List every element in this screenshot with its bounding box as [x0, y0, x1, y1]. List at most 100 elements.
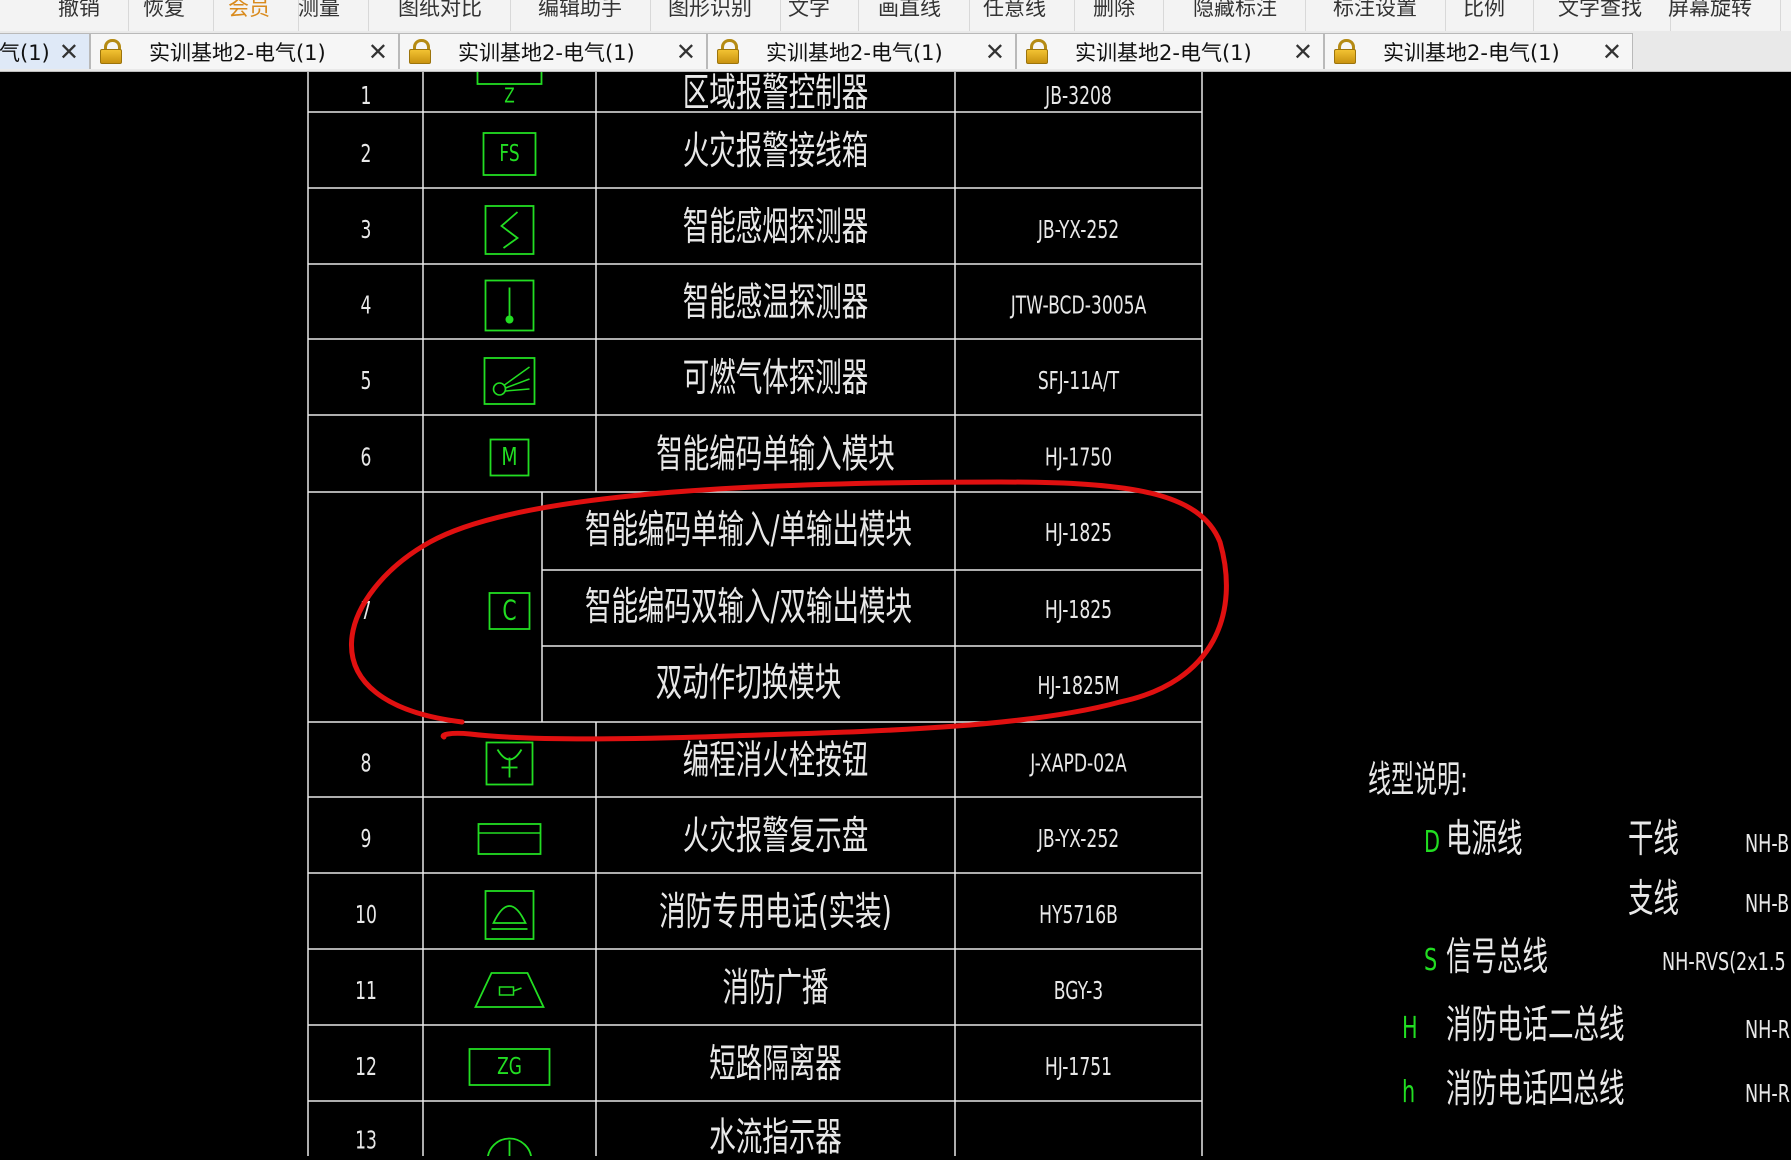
equipment-model: HJ-1825 [1045, 519, 1112, 548]
row-number: 3 [361, 216, 372, 245]
speaker-cone [498, 986, 515, 996]
toolbar-button-12[interactable]: 标注设置 [1305, 0, 1446, 31]
close-icon[interactable]: ✕ [676, 38, 696, 66]
equipment-model: JB-YX-252 [1036, 825, 1119, 854]
tab-label: 气(1) [0, 40, 50, 65]
heat-detector-bulb [505, 315, 514, 324]
gas-detector-ray [505, 378, 530, 389]
toolbar-button-7[interactable]: 文字 [760, 0, 859, 31]
row-number: 8 [361, 749, 372, 778]
equipment-model: JTW-BCD-3005A [1009, 291, 1146, 320]
equipment-model: HJ-1825M [1037, 672, 1119, 701]
legend-line-spec: NH-B [1745, 890, 1789, 919]
speaker-cone-line [513, 987, 522, 992]
row-number: 10 [355, 901, 377, 930]
gas-detector-icon [492, 382, 507, 396]
cad-drawing-canvas[interactable]: 1 Z 区域报警控制器 JB-3208 2 FS 火灾报警接线箱 3 智能感烟探测器 JB-YX-… [0, 51, 1791, 1160]
tab-label: 实训基地2-电气(1) [149, 40, 326, 65]
equipment-model: JB-3208 [1044, 82, 1112, 111]
equipment-model: HY5716B [1039, 901, 1118, 930]
lock-icon [1025, 38, 1049, 65]
close-icon[interactable]: ✕ [1293, 38, 1313, 66]
lock-icon [408, 38, 432, 65]
equipment-model: BGY-3 [1054, 977, 1103, 1006]
equipment-name: 智能编码双输入/双输出模块 [585, 584, 912, 630]
equipment-model: J-XAPD-02A [1029, 749, 1127, 778]
equipment-model: HJ-1825 [1045, 596, 1112, 625]
equipment-name: 火灾报警接线箱 [683, 128, 869, 174]
toolbar-button-9[interactable]: 任意线 [955, 0, 1075, 31]
legend-line-spec: NH-RVS(2x1.5 [1662, 948, 1786, 977]
row-number: 13 [355, 1126, 377, 1155]
toolbar-button-5[interactable]: 编辑助手 [510, 0, 651, 31]
lock-icon [99, 38, 123, 65]
legend-line-name: 信号总线 [1446, 933, 1548, 979]
close-icon[interactable]: ✕ [985, 38, 1005, 66]
row-number: 9 [361, 825, 372, 854]
tab-label: 实训基地2-电气(1) [1383, 40, 1560, 65]
legend-line-name: 电源线 [1446, 815, 1522, 861]
equipment-model: HJ-1750 [1045, 443, 1112, 472]
speaker-icon [474, 972, 545, 1008]
symbol-frame [477, 823, 542, 855]
legend-title: 线型说明: [1368, 760, 1468, 802]
drawing-svg: 1 Z 区域报警控制器 JB-3208 2 FS 火灾报警接线箱 3 智能感烟探测器 JB-YX-… [307, 51, 1790, 1160]
equipment-name: 消防广播 [722, 965, 828, 1011]
document-tab[interactable]: 气(1) ✕ [0, 33, 90, 69]
row-number: 2 [361, 140, 372, 169]
document-tab[interactable]: 实训基地2-电气(1) ✕ [1016, 33, 1324, 69]
tab-label: 实训基地2-电气(1) [766, 40, 943, 65]
document-tab[interactable]: 实训基地2-电气(1) ✕ [1324, 33, 1633, 69]
legend-line-code: h [1402, 1075, 1415, 1110]
equipment-model: HJ-1751 [1045, 1053, 1112, 1082]
toolbar-button-8[interactable]: 画直线 [850, 0, 970, 31]
symbol-letters: Z [504, 84, 514, 108]
document-tab[interactable]: 实训基地2-电气(1) ✕ [90, 33, 399, 69]
equipment-name: 智能感烟探测器 [683, 204, 869, 250]
legend-line-spec: NH-R [1745, 1016, 1790, 1045]
legend-line-spec: NH-R [1745, 1080, 1790, 1109]
toolbar-button-10[interactable]: 删除 [1065, 0, 1164, 31]
tab-label: 实训基地2-电气(1) [458, 40, 635, 65]
toolbar-button-11[interactable]: 隐藏标注 [1165, 0, 1306, 31]
document-tab[interactable]: 实训基地2-电气(1) ✕ [399, 33, 707, 69]
symbol-letters: ZG [497, 1052, 522, 1079]
equipment-name: 短路隔离器 [709, 1041, 842, 1087]
tab-label: 实训基地2-电气(1) [1075, 40, 1252, 65]
row-number: 5 [361, 367, 372, 396]
legend-line-code: H [1402, 1011, 1418, 1046]
toolbar-button-3[interactable]: 测量 [270, 0, 369, 31]
legend-line-type: 干线 [1628, 815, 1679, 861]
close-icon[interactable]: ✕ [59, 38, 79, 66]
equipment-name: 区域报警控制器 [683, 72, 869, 115]
toolbar-button-13[interactable]: 比例 [1435, 0, 1534, 31]
legend-line-code: D [1424, 825, 1440, 860]
toolbar-button-15[interactable]: 屏幕旋转 [1640, 0, 1781, 31]
document-tab[interactable]: 实训基地2-电气(1) ✕ [707, 33, 1016, 69]
legend-line-name: 消防电话四总线 [1446, 1065, 1624, 1111]
legend-line-code: S [1424, 943, 1437, 978]
equipment-name: 火灾报警复示盘 [683, 813, 869, 859]
toolbar-button-4[interactable]: 图纸对比 [370, 0, 511, 31]
equipment-model: SFJ-11A/T [1038, 367, 1120, 396]
equipment-name: 智能感温探测器 [683, 279, 869, 325]
equipment-name: 智能编码单输入/单输出模块 [585, 507, 912, 553]
document-tab-bar: 气(1) ✕ 实训基地2-电气(1) ✕ 实训基地2-电气(1) ✕ 实训基地2-电气(1)… [0, 31, 1791, 72]
legend-line-type: 支线 [1628, 875, 1679, 921]
controller-icon [476, 51, 543, 85]
symbol-frame [484, 205, 535, 255]
smoke-detector-icon [500, 211, 520, 249]
symbol-letters: M [501, 442, 517, 472]
close-icon[interactable]: ✕ [368, 38, 388, 66]
equipment-name: 编程消火栓按钮 [683, 737, 869, 783]
equipment-name: 双动作切换模块 [656, 660, 842, 706]
legend-line-spec: NH-B [1745, 830, 1789, 859]
phone-icon [492, 905, 527, 924]
legend-line-name: 消防电话二总线 [1446, 1001, 1624, 1047]
symbol-frame [484, 890, 535, 940]
row-number: 4 [361, 291, 372, 320]
row-number: 6 [361, 443, 372, 472]
equipment-model: JB-YX-252 [1036, 216, 1119, 245]
close-icon[interactable]: ✕ [1602, 38, 1622, 66]
row-number: 1 [361, 82, 372, 111]
